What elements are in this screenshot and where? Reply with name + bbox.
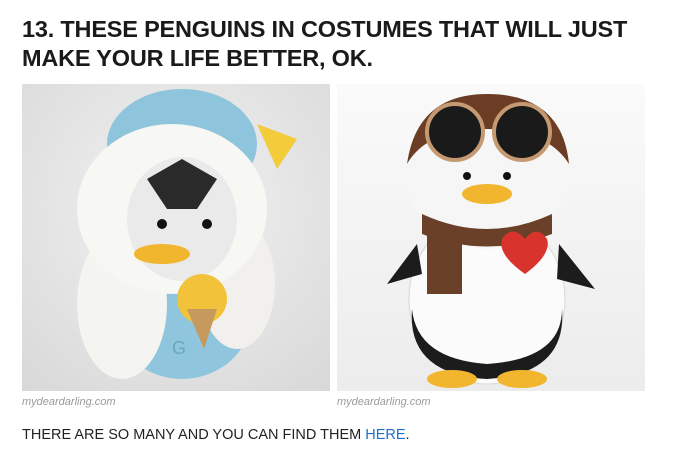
caption-period: . <box>405 427 410 443</box>
penguin-yeti-costume-image[interactable]: G <box>22 84 330 391</box>
here-link[interactable]: HERE <box>365 427 405 443</box>
article-caption: THERE ARE SO MANY AND YOU CAN FIND THEM … <box>22 427 410 443</box>
penguin-aviator-costume-image[interactable] <box>337 84 645 391</box>
caption-text: THERE ARE SO MANY AND YOU CAN FIND THEM <box>22 427 366 443</box>
article-headline: 13. THESE PENGUINS IN COSTUMES THAT WILL… <box>22 16 628 71</box>
image-credit-left: mydeardarling.com <box>22 396 116 408</box>
svg-text:G: G <box>172 338 186 358</box>
image-credit-right: mydeardarling.com <box>337 396 431 408</box>
